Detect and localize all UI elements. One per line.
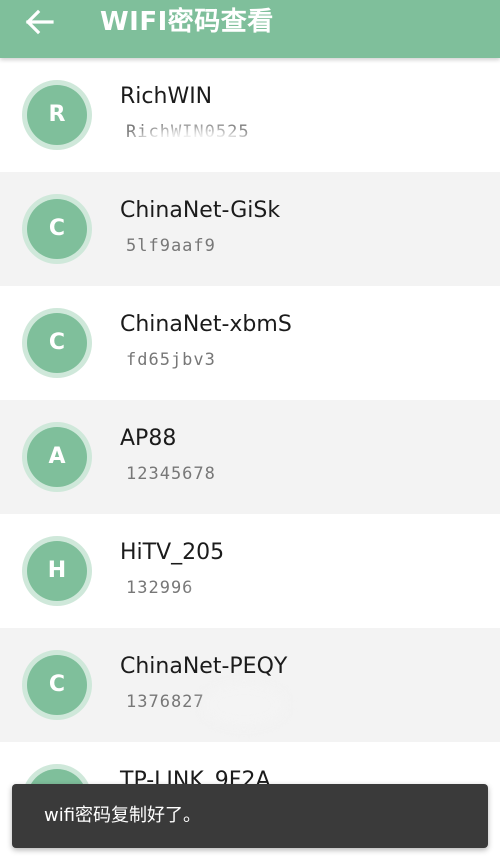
arrow-left-icon — [25, 9, 54, 35]
avatar-initial: C — [27, 313, 87, 373]
wifi-password: 132996 — [126, 578, 194, 598]
toast-snackbar: wifi密码复制好了。 — [12, 784, 488, 848]
wifi-list-item[interactable]: H HiTV_205 132996 — [0, 514, 500, 628]
avatar-initial: C — [27, 655, 87, 715]
avatar: R — [22, 80, 92, 150]
wifi-ssid: RichWIN — [120, 84, 213, 109]
wifi-list: R RichWIN RichWIN0525 C ChinaNet-GiSk 5l… — [0, 58, 500, 860]
blur-overlay — [124, 128, 260, 168]
avatar: H — [22, 536, 92, 606]
app-bar: WIFI密码查看 — [0, 0, 500, 58]
avatar: C — [22, 308, 92, 378]
wifi-password: fd65jbv3 — [126, 350, 216, 370]
wifi-ssid: ChinaNet-GiSk — [120, 198, 281, 223]
wifi-list-item[interactable]: R RichWIN RichWIN0525 — [0, 58, 500, 172]
blur-overlay — [204, 684, 284, 726]
wifi-password: 1376827 — [126, 692, 205, 712]
wifi-ssid: ChinaNet-PEQY — [120, 654, 288, 679]
back-button[interactable] — [22, 4, 62, 40]
avatar: A — [22, 422, 92, 492]
wifi-ssid: ChinaNet-xbmS — [120, 312, 292, 337]
wifi-password: 5lf9aaf9 — [126, 236, 216, 256]
avatar: C — [22, 650, 92, 720]
wifi-list-item[interactable]: C ChinaNet-xbmS fd65jbv3 — [0, 286, 500, 400]
wifi-ssid: HiTV_205 — [120, 540, 225, 565]
avatar: C — [22, 194, 92, 264]
avatar-initial: A — [27, 427, 87, 487]
wifi-ssid: AP88 — [120, 426, 177, 451]
avatar-initial: H — [27, 541, 87, 601]
wifi-list-item[interactable]: C ChinaNet-GiSk 5lf9aaf9 — [0, 172, 500, 286]
avatar-initial: C — [27, 199, 87, 259]
wifi-list-item[interactable]: C ChinaNet-PEQY 1376827 — [0, 628, 500, 742]
wifi-password: 12345678 — [126, 464, 216, 484]
blur-overlay — [196, 570, 280, 612]
avatar-initial: R — [27, 85, 87, 145]
page-title: WIFI密码查看 — [100, 7, 274, 37]
wifi-list-item[interactable]: A AP88 12345678 — [0, 400, 500, 514]
toast-message: wifi密码复制好了。 — [44, 805, 202, 826]
